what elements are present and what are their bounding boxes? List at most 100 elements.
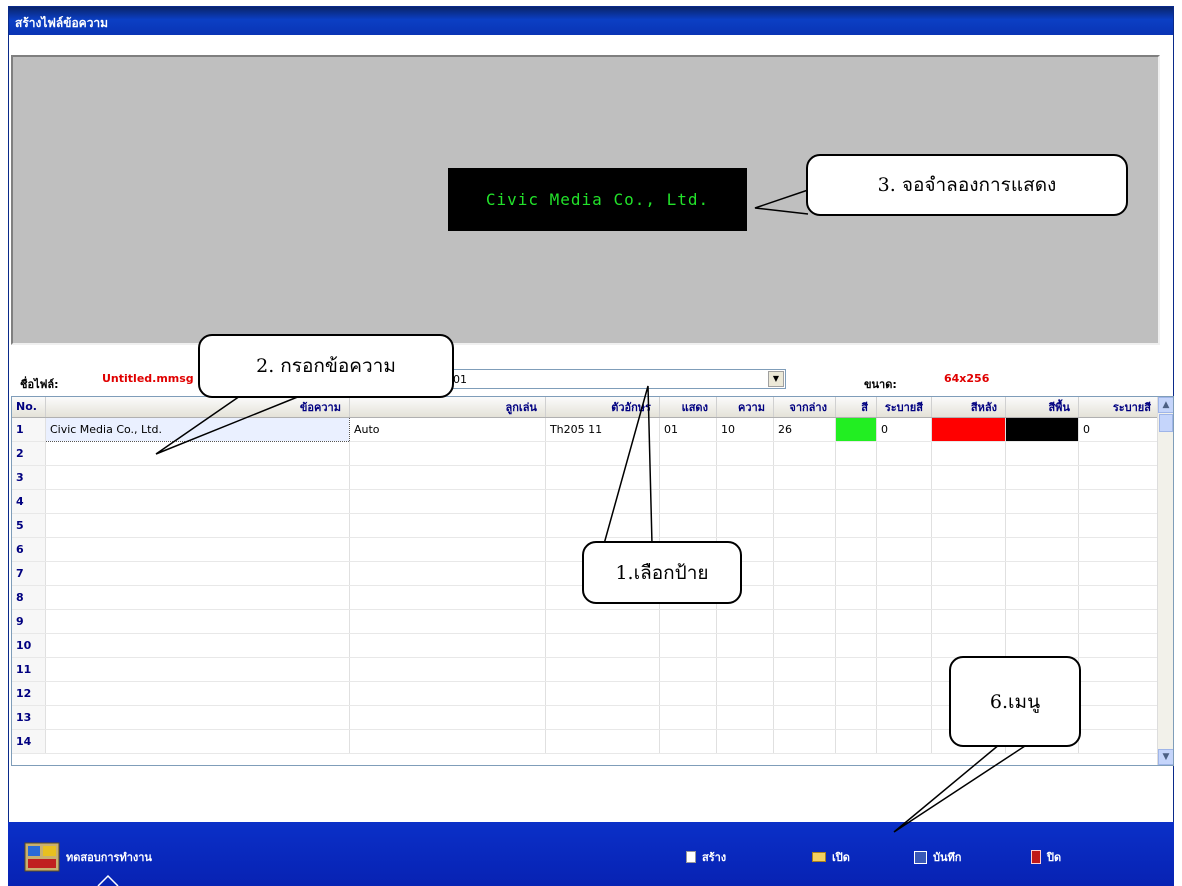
message-cell[interactable] (45, 657, 350, 682)
close-button[interactable]: ปิด (1031, 848, 1061, 866)
shade-2-cell[interactable] (1078, 729, 1160, 754)
show-cell[interactable] (659, 657, 717, 682)
message-cell[interactable] (45, 609, 350, 634)
shade-2-cell[interactable] (1078, 513, 1160, 538)
col-header-color[interactable]: สี (835, 397, 877, 418)
color-cell[interactable] (835, 585, 877, 610)
back-color-cell[interactable] (931, 609, 1006, 634)
shade-2-cell[interactable] (1078, 681, 1160, 706)
speed-cell[interactable] (716, 657, 774, 682)
show-cell[interactable] (659, 513, 717, 538)
font-cell[interactable] (545, 465, 660, 490)
from-bottom-cell[interactable]: 26 (773, 417, 836, 442)
font-cell[interactable] (545, 609, 660, 634)
sign-select[interactable]: 01 ▼ (446, 369, 786, 389)
speed-cell[interactable] (716, 633, 774, 658)
from-bottom-cell[interactable] (773, 441, 836, 466)
shade-2-cell[interactable] (1078, 585, 1160, 610)
shade-cell[interactable] (876, 513, 932, 538)
floor-color-cell[interactable] (1005, 417, 1079, 442)
floor-color-cell[interactable] (1005, 561, 1079, 586)
speed-cell[interactable] (716, 705, 774, 730)
from-bottom-cell[interactable] (773, 609, 836, 634)
floor-color-cell[interactable] (1005, 465, 1079, 490)
effect-cell[interactable] (349, 609, 546, 634)
back-color-cell[interactable] (931, 633, 1006, 658)
shade-cell[interactable] (876, 705, 932, 730)
font-cell[interactable]: Th205 11 (545, 417, 660, 442)
back-color-cell[interactable] (931, 417, 1006, 442)
effect-cell[interactable] (349, 585, 546, 610)
back-color-cell[interactable] (931, 561, 1006, 586)
font-cell[interactable] (545, 681, 660, 706)
show-cell[interactable] (659, 465, 717, 490)
col-header-floor-color[interactable]: สีพื้น (1005, 397, 1079, 418)
color-cell[interactable] (835, 609, 877, 634)
test-run-button[interactable]: ทดสอบการทำงาน (24, 842, 152, 872)
color-cell[interactable] (835, 729, 877, 754)
effect-cell[interactable] (349, 537, 546, 562)
shade-2-cell[interactable] (1078, 705, 1160, 730)
effect-cell[interactable] (349, 633, 546, 658)
message-cell[interactable] (45, 537, 350, 562)
back-color-cell[interactable] (931, 513, 1006, 538)
color-cell[interactable] (835, 417, 877, 442)
shade-2-cell[interactable]: 0 (1078, 417, 1160, 442)
effect-cell[interactable] (349, 705, 546, 730)
shade-2-cell[interactable] (1078, 465, 1160, 490)
table-row[interactable]: 2 (12, 441, 1160, 466)
message-cell[interactable] (45, 513, 350, 538)
show-cell[interactable]: 01 (659, 417, 717, 442)
effect-cell[interactable] (349, 729, 546, 754)
new-button[interactable]: สร้าง (686, 848, 726, 866)
show-cell[interactable] (659, 633, 717, 658)
color-cell[interactable] (835, 513, 877, 538)
col-header-from-bottom[interactable]: จากล่าง (773, 397, 836, 418)
speed-cell[interactable] (716, 489, 774, 514)
back-color-cell[interactable] (931, 489, 1006, 514)
speed-cell[interactable]: 10 (716, 417, 774, 442)
shade-cell[interactable] (876, 657, 932, 682)
show-cell[interactable] (659, 609, 717, 634)
from-bottom-cell[interactable] (773, 585, 836, 610)
speed-cell[interactable] (716, 681, 774, 706)
table-row[interactable]: 9 (12, 609, 1160, 634)
scroll-down-icon[interactable]: ▼ (1158, 749, 1173, 765)
message-cell[interactable] (45, 729, 350, 754)
floor-color-cell[interactable] (1005, 633, 1079, 658)
speed-cell[interactable] (716, 465, 774, 490)
from-bottom-cell[interactable] (773, 705, 836, 730)
effect-cell[interactable] (349, 561, 546, 586)
show-cell[interactable] (659, 489, 717, 514)
floor-color-cell[interactable] (1005, 513, 1079, 538)
from-bottom-cell[interactable] (773, 465, 836, 490)
shade-2-cell[interactable] (1078, 561, 1160, 586)
effect-cell[interactable] (349, 513, 546, 538)
message-cell[interactable] (45, 681, 350, 706)
effect-cell[interactable]: Auto (349, 417, 546, 442)
shade-cell[interactable] (876, 537, 932, 562)
shade-cell[interactable] (876, 441, 932, 466)
table-row[interactable]: 4 (12, 489, 1160, 514)
effect-cell[interactable] (349, 657, 546, 682)
back-color-cell[interactable] (931, 465, 1006, 490)
font-cell[interactable] (545, 441, 660, 466)
from-bottom-cell[interactable] (773, 729, 836, 754)
from-bottom-cell[interactable] (773, 513, 836, 538)
effect-cell[interactable] (349, 441, 546, 466)
message-cell[interactable]: Civic Media Co., Ltd. (44, 416, 350, 442)
back-color-cell[interactable] (931, 441, 1006, 466)
from-bottom-cell[interactable] (773, 561, 836, 586)
effect-cell[interactable] (349, 489, 546, 514)
save-button[interactable]: บันทึก (914, 848, 961, 866)
chevron-down-icon[interactable]: ▼ (768, 371, 784, 387)
scroll-thumb[interactable] (1159, 414, 1173, 432)
table-row[interactable]: 10 (12, 633, 1160, 658)
floor-color-cell[interactable] (1005, 585, 1079, 610)
message-cell[interactable] (45, 561, 350, 586)
shade-cell[interactable] (876, 585, 932, 610)
back-color-cell[interactable] (931, 585, 1006, 610)
show-cell[interactable] (659, 441, 717, 466)
vertical-scrollbar[interactable]: ▲ ▼ (1157, 397, 1173, 765)
message-cell[interactable] (45, 585, 350, 610)
